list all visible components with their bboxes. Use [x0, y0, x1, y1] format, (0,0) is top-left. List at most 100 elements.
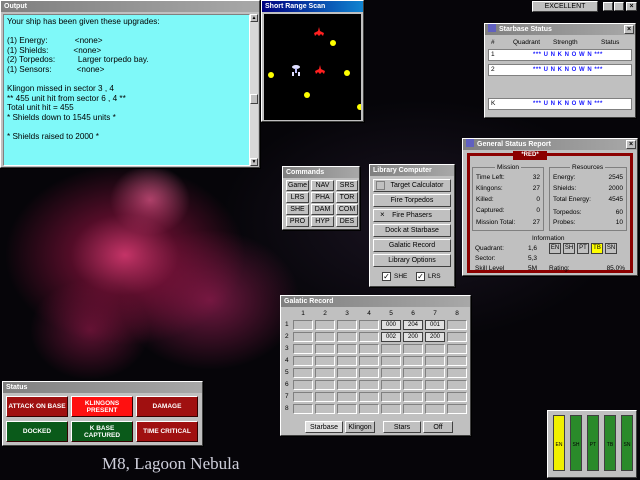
galatic-cell[interactable] [293, 380, 313, 390]
galatic-cell[interactable] [315, 356, 335, 366]
galatic-cell[interactable]: 200 [425, 332, 445, 342]
status-damage[interactable]: DAMAGE [136, 396, 198, 417]
minimize-button[interactable] [603, 2, 613, 11]
cmd-dam-button[interactable]: DAM [311, 204, 334, 215]
galatic-cell[interactable]: 000 [381, 320, 401, 330]
galatic-cell[interactable] [381, 392, 401, 402]
galatic-cell[interactable] [337, 356, 357, 366]
galatic-cell[interactable] [293, 344, 313, 354]
fire-torpedos-button[interactable]: Fire Torpedos [373, 194, 451, 207]
library-titlebar[interactable]: Library Computer [370, 165, 454, 176]
srs-titlebar[interactable]: Short Range Scan [262, 1, 363, 12]
galatic-cell[interactable] [293, 404, 313, 414]
dock-starbase-button[interactable]: Dock at Starbase [373, 224, 451, 237]
galatic-cell[interactable] [315, 368, 335, 378]
cmd-des-button[interactable]: DES [336, 216, 358, 227]
output-scrollbar[interactable]: ▲ ▼ [250, 14, 258, 166]
galatic-cell[interactable] [359, 404, 379, 414]
galatic-cell[interactable] [315, 344, 335, 354]
status-k-base-captured[interactable]: K BASE CAPTURED [71, 421, 133, 442]
output-titlebar[interactable]: Output [1, 1, 259, 12]
close-icon[interactable]: × [624, 25, 634, 34]
scroll-thumb[interactable] [250, 94, 258, 104]
tag-sn[interactable]: SN [605, 243, 617, 254]
galatic-cell[interactable] [403, 404, 423, 414]
cmd-com-button[interactable]: COM [336, 204, 358, 215]
galatic-cell[interactable] [359, 332, 379, 342]
galatic-cell[interactable] [315, 332, 335, 342]
gsr-titlebar[interactable]: General Status Report × [463, 139, 637, 150]
galatic-cell[interactable] [425, 404, 445, 414]
tab-starbase[interactable]: Starbase [305, 421, 343, 433]
tag-en[interactable]: EN [549, 243, 561, 254]
galatic-cell[interactable] [337, 392, 357, 402]
galatic-cell[interactable] [447, 392, 467, 402]
galatic-cell[interactable]: 200 [403, 332, 423, 342]
galatic-cell[interactable] [359, 392, 379, 402]
galatic-cell[interactable] [381, 404, 401, 414]
galatic-cell[interactable] [447, 332, 467, 342]
cmd-game-button[interactable]: Game [286, 180, 309, 191]
starbase-row[interactable]: K *** U N K N O W N *** [488, 98, 632, 110]
galatic-cell[interactable] [337, 404, 357, 414]
galatic-cell[interactable] [447, 404, 467, 414]
galatic-cell[interactable] [425, 392, 445, 402]
starbase-row[interactable]: 1 *** U N K N O W N *** [488, 49, 632, 61]
target-calculator-button[interactable]: Target Calculator [373, 179, 451, 192]
galatic-cell[interactable] [381, 368, 401, 378]
cmd-srs-button[interactable]: SRS [336, 180, 358, 191]
galatic-cell[interactable] [403, 380, 423, 390]
scroll-up-icon[interactable]: ▲ [250, 14, 258, 22]
galatic-cell[interactable] [293, 356, 313, 366]
galatic-cell[interactable] [315, 392, 335, 402]
starbase-titlebar[interactable]: Starbase Status × [485, 24, 635, 35]
galatic-cell[interactable] [403, 344, 423, 354]
galatic-cell[interactable] [337, 368, 357, 378]
galatic-cell[interactable] [337, 332, 357, 342]
klingon-ship-icon[interactable] [314, 27, 324, 37]
galatic-cell[interactable] [425, 356, 445, 366]
cmd-tor-button[interactable]: TOR [336, 192, 358, 203]
galatic-cell[interactable] [447, 368, 467, 378]
galatic-cell[interactable]: 204 [403, 320, 423, 330]
galatic-cell[interactable] [403, 368, 423, 378]
enterprise-ship-icon[interactable] [290, 64, 302, 76]
klingon-ship-icon[interactable] [315, 65, 325, 75]
galatic-cell[interactable] [359, 356, 379, 366]
scroll-down-icon[interactable]: ▼ [250, 158, 258, 166]
fire-phasers-button[interactable]: × Fire Phasers [373, 209, 451, 222]
lrs-checkbox[interactable]: ✓ [416, 272, 425, 281]
tab-klingon[interactable]: Klingon [345, 421, 375, 433]
galatic-cell[interactable] [337, 380, 357, 390]
galatic-cell[interactable] [381, 344, 401, 354]
galatic-cell[interactable] [359, 320, 379, 330]
tab-off[interactable]: Off [423, 421, 453, 433]
status-klingons-present[interactable]: KLINGONS PRESENT [71, 396, 133, 417]
galatic-cell[interactable] [447, 344, 467, 354]
galatic-cell[interactable] [425, 380, 445, 390]
galatic-cell[interactable] [425, 368, 445, 378]
galatic-cell[interactable] [359, 368, 379, 378]
cmd-she-button[interactable]: SHE [286, 204, 309, 215]
galatic-cell[interactable] [293, 368, 313, 378]
galatic-cell[interactable] [359, 380, 379, 390]
galatic-cell[interactable] [315, 404, 335, 414]
commands-titlebar[interactable]: Commands [283, 167, 359, 178]
galatic-cell[interactable] [447, 320, 467, 330]
galatic-cell[interactable] [447, 356, 467, 366]
cmd-lrs-button[interactable]: LRS [286, 192, 309, 203]
galatic-cell[interactable] [403, 392, 423, 402]
galatic-cell[interactable] [403, 356, 423, 366]
restore-button[interactable] [614, 2, 624, 11]
tag-tb[interactable]: TB [591, 243, 603, 254]
galatic-cell[interactable] [293, 320, 313, 330]
close-app-button[interactable]: × [626, 2, 637, 11]
galatic-cell[interactable] [359, 344, 379, 354]
cmd-nav-button[interactable]: NAV [311, 180, 334, 191]
library-options-button[interactable]: Library Options [373, 254, 451, 267]
galatic-record-button[interactable]: Galatic Record [373, 239, 451, 252]
srs-viewport[interactable] [264, 14, 361, 120]
galatic-cell[interactable] [337, 344, 357, 354]
status-titlebar[interactable]: Status [3, 382, 202, 393]
status-attack-on-base[interactable]: ATTACK ON BASE [6, 396, 68, 417]
